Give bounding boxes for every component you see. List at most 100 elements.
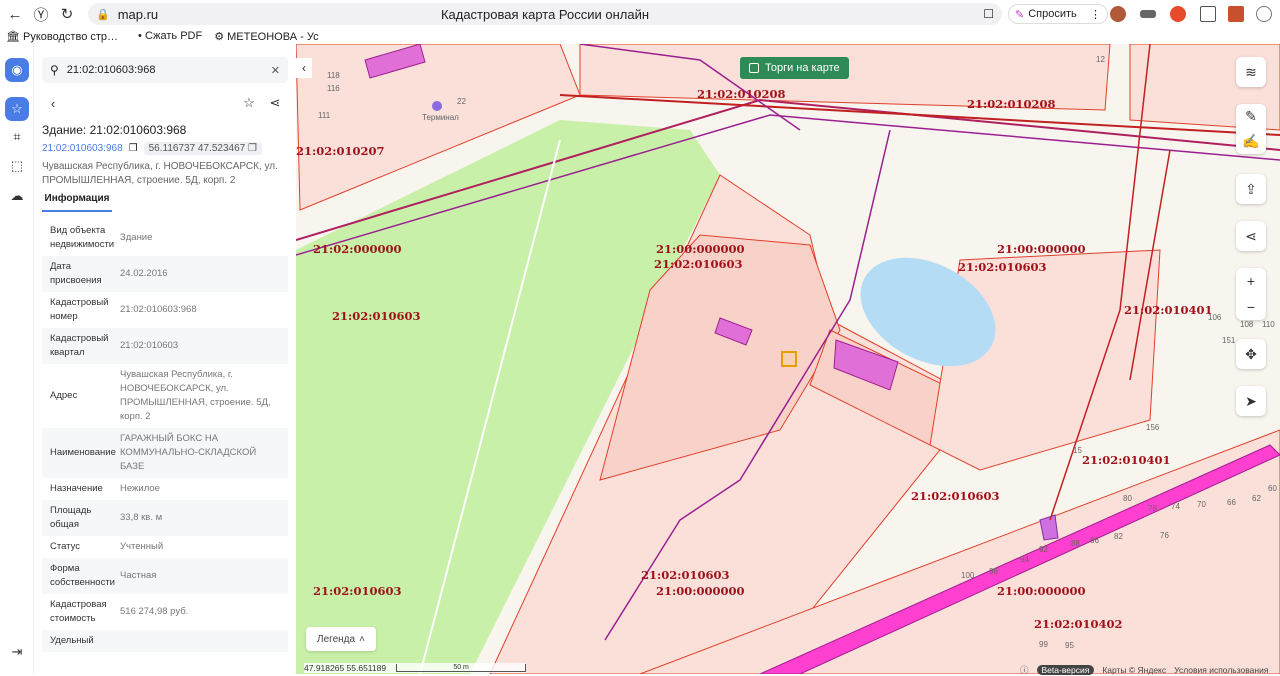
upload-button[interactable]: ⇪ <box>1236 174 1266 204</box>
info-key: Статус <box>50 541 81 552</box>
house-number: 76 <box>1160 531 1169 540</box>
poi-label[interactable]: Терминал <box>422 113 459 122</box>
share-map-button[interactable]: ⋖ <box>1236 221 1266 251</box>
cadastral-quarter-label[interactable]: 21:02:010402 <box>1034 617 1123 631</box>
coords-text: 56.116737 47.523467 <box>148 143 246 154</box>
cadastral-quarter-label[interactable]: 21:02:010603 <box>654 257 743 271</box>
zoom-in-icon[interactable]: + <box>1247 273 1255 289</box>
cadastral-quarter-label[interactable]: 21:02:010603 <box>313 584 402 598</box>
info-row: Статус Учтенный <box>42 536 288 558</box>
cadastral-quarter-label[interactable]: 21:02:000000 <box>313 242 402 256</box>
locate-button[interactable]: ➤ <box>1236 386 1266 416</box>
layers-icon: ≋ <box>1245 63 1257 80</box>
info-row: Дата присвоения 24.02.2016 <box>42 256 288 292</box>
extension-icon[interactable] <box>1228 6 1244 22</box>
edit-icon[interactable]: ✍ <box>1242 133 1259 150</box>
info-key: Кадастровый квартал <box>50 333 109 358</box>
house-number: 70 <box>1197 500 1206 509</box>
house-number: 74 <box>1171 502 1180 511</box>
info-row: Адрес Чувашская Республика, г. НОВОЧЕБОКС… <box>42 364 288 428</box>
page-title: Кадастровая карта России онлайн <box>440 6 650 22</box>
extension-icon[interactable] <box>1200 6 1216 22</box>
favorite-star-icon[interactable]: ☆ <box>238 92 260 114</box>
cadastral-quarter-label[interactable]: 21:02:010603 <box>911 489 1000 503</box>
logo-icon[interactable]: ◉ <box>5 58 29 82</box>
chevron-up-icon: ˄ <box>359 633 365 645</box>
legend-button[interactable]: Легенда ˄ <box>306 627 376 651</box>
cloud-upload-icon: ⇪ <box>1245 180 1257 197</box>
share-icon[interactable]: ⋖ <box>264 92 286 114</box>
info-row: Назначение Нежилое <box>42 478 288 500</box>
polygon-icon[interactable]: ⌗ <box>5 125 29 149</box>
back-button[interactable]: ‹ <box>42 92 64 114</box>
extension-icon[interactable] <box>1110 6 1126 22</box>
collapse-panel-button[interactable]: ‹ <box>296 58 312 78</box>
object-panel: ⚲ 21:02:010603:968 ✕ ‹ ☆ ⋖ Здание: 21:02… <box>34 44 296 674</box>
info-row: Удельный <box>42 630 288 652</box>
zoom-out-icon[interactable]: − <box>1247 299 1255 315</box>
ruler-icon[interactable]: ✎ <box>1245 108 1257 125</box>
info-icon[interactable]: ⓘ <box>1020 664 1029 676</box>
info-row: Кадастровая стоимость 516 274,98 руб. <box>42 594 288 630</box>
star-icon[interactable]: ☆ <box>5 97 29 121</box>
info-row: Форма собственности Частная <box>42 558 288 594</box>
cadastral-quarter-label[interactable]: 21:00:000000 <box>656 242 745 256</box>
downloads-icon[interactable] <box>1256 6 1272 22</box>
pan-button[interactable]: ✥ <box>1236 339 1266 369</box>
bookmark-item[interactable]: ⚙ МЕТЕОНОВА - Ус <box>214 30 318 43</box>
cloud-icon[interactable]: ☁ <box>5 184 29 208</box>
bookmark-item[interactable]: • Сжать PDF <box>138 30 202 42</box>
cadastral-quarter-label[interactable]: 21:02:010208 <box>967 97 1056 111</box>
poi-icon <box>432 101 442 111</box>
cadastral-quarter-label[interactable]: 21:00:000000 <box>997 584 1086 598</box>
cadastral-quarter-label[interactable]: 21:00:000000 <box>997 242 1086 256</box>
cursor-coords: 47.918265 55.651189 <box>304 663 387 673</box>
search-input[interactable]: ⚲ 21:02:010603:968 ✕ <box>42 57 288 83</box>
cadastral-quarter-label[interactable]: 21:02:010603 <box>958 260 1047 274</box>
bookmark-label: Руководство стр… <box>23 30 119 43</box>
torgi-label: Торги на карте <box>765 62 840 74</box>
info-row: Кадастровый номер 21:02:010603:968 <box>42 292 288 328</box>
info-value: Чувашская Республика, г. НОВОЧЕБОКСАРСК,… <box>120 369 271 422</box>
info-value: ГАРАЖНЫЙ БОКС НА КОММУНАЛЬНО-СКЛАДСКОЙ Б… <box>120 433 257 472</box>
reload-icon[interactable]: ↻ <box>54 1 80 27</box>
torgi-toggle[interactable]: Торги на карте <box>740 57 849 79</box>
address-bar[interactable]: 🔒 map.ru Кадастровая карта России онлайн… <box>88 3 1002 25</box>
house-number: 100 <box>961 571 975 580</box>
cadastral-quarter-label[interactable]: 21:02:010603 <box>332 309 421 323</box>
scale-bar: 50 m <box>396 664 527 672</box>
cadastral-quarter-label[interactable]: 21:02:010207 <box>296 144 385 158</box>
checkbox[interactable] <box>749 63 759 73</box>
bookmark-icon[interactable]: ☐ <box>983 7 994 21</box>
bookmark-item[interactable]: 🏛 Руководство стр… <box>6 30 118 43</box>
ask-button[interactable]: ✎ Спросить ⋮ <box>1008 4 1108 24</box>
extension-icon[interactable] <box>1170 6 1186 22</box>
cadastral-link[interactable]: 21:02:010603:968 <box>42 143 123 154</box>
layers-button[interactable]: ≋ <box>1236 57 1266 87</box>
info-key: Дата присвоения <box>50 261 102 286</box>
share-icon: ⋖ <box>1245 227 1257 244</box>
cadastral-quarter-label[interactable]: 21:02:010401 <box>1124 303 1213 317</box>
more-icon[interactable]: ⋮ <box>1090 8 1101 21</box>
map-canvas[interactable]: 21:02:010208 21:02:010208 21:02:010207 21:0… <box>296 44 1280 674</box>
cadastral-quarter-label[interactable]: 21:02:010401 <box>1082 453 1171 467</box>
info-table: Вид объекта недвижимости Здание Дата присв… <box>42 220 288 652</box>
legend-label: Легенда <box>317 633 356 645</box>
house-number: 108 <box>1240 320 1254 329</box>
back-icon[interactable]: ← <box>2 1 28 27</box>
search-icon: ⚲ <box>50 63 59 77</box>
copy-icon[interactable]: ❐ <box>129 143 138 154</box>
tab-information[interactable]: Информация <box>42 193 112 212</box>
yandex-icon[interactable]: Ⓨ <box>28 1 54 27</box>
house-number: 22 <box>457 97 466 106</box>
info-value: Учтенный <box>120 541 164 552</box>
cadastral-quarter-label[interactable]: 21:02:010208 <box>697 87 786 101</box>
select-area-icon[interactable]: ⬚ <box>5 154 29 178</box>
logout-icon[interactable]: ⇥ <box>5 640 29 664</box>
close-icon[interactable]: ✕ <box>271 64 280 77</box>
cadastral-quarter-label[interactable]: 21:00:000000 <box>656 584 745 598</box>
info-key: Наименование <box>50 447 116 458</box>
cadastral-quarter-label[interactable]: 21:02:010603 <box>641 568 730 582</box>
extension-icon[interactable] <box>1140 10 1156 18</box>
info-value: 21:02:010603 <box>120 340 179 351</box>
